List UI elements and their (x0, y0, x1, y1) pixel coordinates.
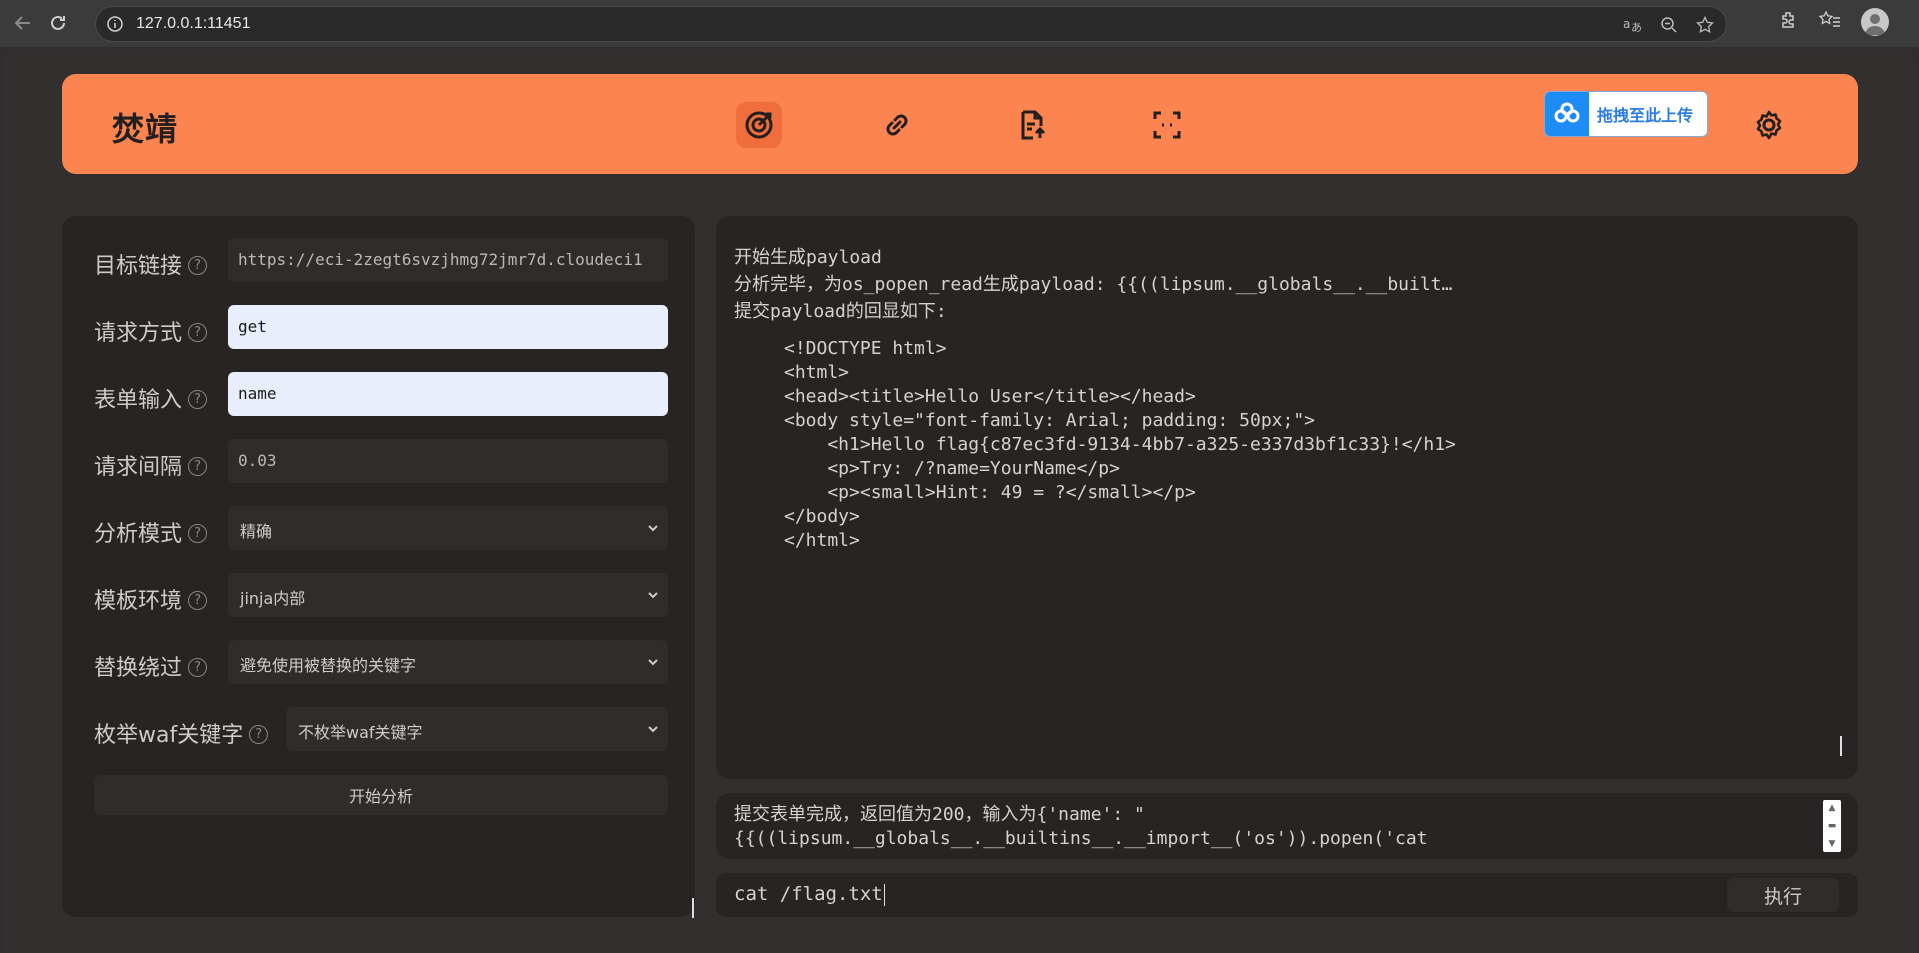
back-arrow-icon (14, 16, 30, 30)
help-icon[interactable]: ? (188, 590, 208, 610)
gear-icon (1756, 110, 1782, 140)
link-icon (886, 114, 908, 136)
settings-button[interactable] (1746, 102, 1792, 148)
target-icon (745, 111, 773, 139)
url-text: 127.0.0.1:11451 (136, 15, 251, 32)
interval-input[interactable]: 0.03 (228, 439, 668, 483)
file-upload-icon (1021, 110, 1046, 140)
nav-target-button[interactable] (736, 102, 782, 148)
env-row: 模板环境? jinja内部 (94, 573, 668, 617)
chevron-down-icon (646, 654, 660, 673)
interval-label: 请求间隔? (94, 449, 208, 481)
waf-selected: 不枚举waf关键字 (298, 723, 423, 742)
target-url-row: 目标链接? https://eci-2zegt6svzjhmg72jmr7d.c… (94, 238, 668, 282)
waf-label: 枚举waf关键字? (94, 717, 269, 749)
env-select[interactable]: jinja内部 (228, 573, 668, 617)
scan-frame-icon (1153, 111, 1181, 139)
extensions-icon[interactable] (1779, 10, 1799, 34)
mode-row: 分析模式? 精确 (94, 506, 668, 550)
output-line: 分析完毕，为os_popen_read生成payload: {{((lipsum… (734, 274, 1453, 295)
resize-caret (1840, 736, 1842, 756)
reload-button[interactable] (45, 10, 71, 36)
brand-title: 焚靖 (112, 110, 179, 148)
replace-select[interactable]: 避免使用被替换的关键字 (228, 640, 668, 684)
nav-file-upload-button[interactable] (1009, 102, 1055, 148)
method-input[interactable]: get (228, 305, 668, 349)
nav-scan-button[interactable] (1144, 102, 1190, 148)
response-html: <!DOCTYPE html> <html> <head><title>Hell… (784, 338, 1456, 551)
bookmark-star-icon[interactable] (1692, 13, 1718, 37)
favorites-icon[interactable] (1818, 10, 1841, 34)
help-icon[interactable]: ? (188, 456, 208, 476)
nav-link-button[interactable] (874, 102, 920, 148)
execute-button[interactable]: 执行 (1727, 878, 1839, 912)
help-icon[interactable]: ? (188, 389, 208, 409)
help-icon[interactable]: ? (188, 322, 208, 342)
output-line: 开始生成payload (734, 247, 882, 268)
translate-icon[interactable]: aあ (1620, 13, 1646, 37)
waf-row: 枚举waf关键字? 不枚举waf关键字 (94, 707, 668, 751)
svg-text:あ: あ (1631, 21, 1642, 34)
log-panel[interactable]: 提交表单完成，返回值为200，输入为{'name': " {{((lipsum.… (716, 793, 1858, 859)
browser-toolbar: 127.0.0.1:11451 aあ (0, 0, 1919, 47)
mode-label: 分析模式? (94, 516, 208, 548)
env-selected: jinja内部 (240, 589, 306, 608)
text-cursor (692, 898, 694, 918)
method-label: 请求方式? (94, 315, 208, 347)
target-url-label: 目标链接? (94, 248, 208, 280)
start-analysis-button[interactable]: 开始分析 (94, 775, 668, 815)
replace-row: 替换绕过? 避免使用被替换的关键字 (94, 640, 668, 684)
chevron-down-icon (646, 520, 660, 539)
form-input-label: 表单输入? (94, 382, 208, 414)
reload-icon (51, 15, 65, 30)
method-row: 请求方式? get (94, 305, 668, 349)
scroll-down-icon[interactable]: ▼ (1829, 839, 1836, 849)
scroll-up-icon[interactable]: ▲ (1829, 803, 1836, 813)
target-url-input[interactable]: https://eci-2zegt6svzjhmg72jmr7d.cloudec… (228, 238, 668, 282)
env-label: 模板环境? (94, 583, 208, 615)
scroll-thumb[interactable]: ▬ (1828, 821, 1837, 831)
cloud-upload-icon (1545, 92, 1589, 136)
help-icon[interactable]: ? (188, 657, 208, 677)
replace-selected: 避免使用被替换的关键字 (240, 656, 417, 675)
help-icon[interactable]: ? (188, 255, 208, 275)
upload-label: 拖拽至此上传 (1597, 106, 1694, 125)
zoom-icon[interactable] (1656, 13, 1682, 37)
chevron-down-icon (646, 587, 660, 606)
log-scrollbar[interactable]: ▲ ▬ ▼ (1823, 800, 1841, 852)
site-info-icon[interactable] (106, 15, 124, 37)
interval-row: 请求间隔? 0.03 (94, 439, 668, 483)
app-header: 焚靖 拖拽至此上传 (62, 74, 1858, 174)
chevron-down-icon (646, 721, 660, 740)
command-bar: cat /flag.txt 执行 (716, 873, 1858, 917)
command-input[interactable]: cat /flag.txt (734, 883, 885, 906)
output-panel: 开始生成payload 分析完毕，为os_popen_read生成payload… (716, 216, 1858, 779)
user-icon (1865, 14, 1885, 35)
help-icon[interactable]: ? (249, 724, 269, 744)
drag-upload-button[interactable]: 拖拽至此上传 (1544, 91, 1708, 137)
help-icon[interactable]: ? (188, 523, 208, 543)
profile-avatar[interactable] (1861, 8, 1889, 36)
output-line: 提交payload的回显如下: (734, 301, 947, 322)
form-input-field[interactable]: name (228, 372, 668, 416)
address-bar[interactable]: 127.0.0.1:11451 aあ (95, 6, 1727, 42)
mode-selected: 精确 (240, 522, 273, 541)
svg-text:a: a (1623, 17, 1630, 31)
form-input-row: 表单输入? name (94, 372, 668, 416)
config-panel: 目标链接? https://eci-2zegt6svzjhmg72jmr7d.c… (62, 216, 695, 917)
replace-label: 替换绕过? (94, 650, 208, 682)
back-button[interactable] (10, 10, 36, 36)
waf-select[interactable]: 不枚举waf关键字 (286, 707, 668, 751)
mode-select[interactable]: 精确 (228, 506, 668, 550)
log-text: 提交表单完成，返回值为200，输入为{'name': " {{((lipsum.… (734, 804, 1428, 849)
